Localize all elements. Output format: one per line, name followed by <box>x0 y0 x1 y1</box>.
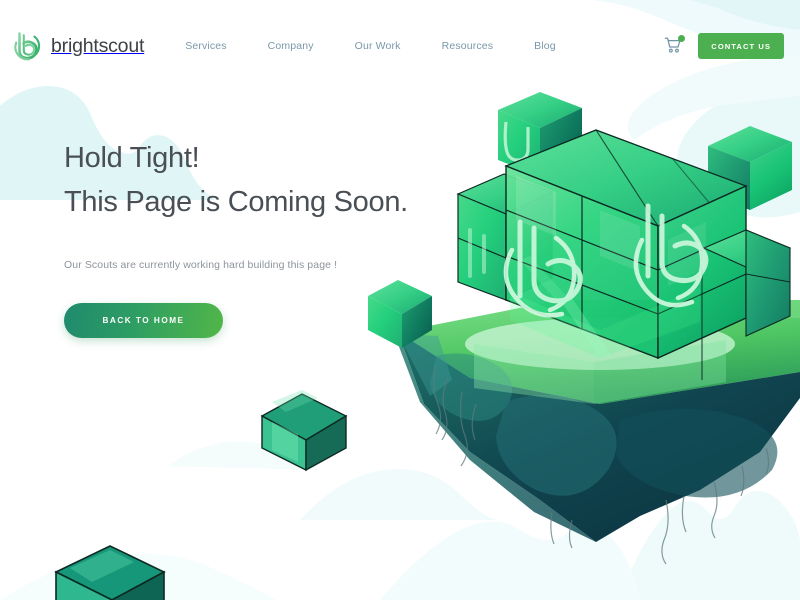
floating-cube-lower-left <box>260 390 348 472</box>
cube-face-logo-right <box>633 203 709 308</box>
island-rock-edge-light <box>398 334 452 396</box>
cloud-hill-small <box>168 441 318 470</box>
cart-badge <box>678 35 686 42</box>
nav-item-blog[interactable]: Blog <box>534 40 556 52</box>
floating-cube-bottom-left <box>54 545 166 600</box>
cart-button[interactable] <box>664 35 686 56</box>
main-navigation: Services Company Our Work Resources Blog <box>185 40 556 52</box>
header-actions: CONTACT US <box>664 33 784 59</box>
nav-item-resources[interactable]: Resources <box>442 40 494 52</box>
hero-title-line-2: This Page is Coming Soon. <box>64 186 408 219</box>
back-to-home-button[interactable]: BACK TO HOME <box>64 303 223 339</box>
nav-item-company[interactable]: Company <box>268 40 314 52</box>
brand-name: brightscout <box>51 34 145 57</box>
nav-item-our-work[interactable]: Our Work <box>355 40 401 52</box>
floating-cube-upper-left <box>498 92 582 176</box>
nav-item-services[interactable]: Services <box>185 40 226 52</box>
page-root: brightscout Services Company Our Work Re… <box>0 0 800 600</box>
floating-island <box>398 300 800 565</box>
cube-face-logo-left <box>503 219 583 318</box>
cloud-mountain-center <box>380 521 640 600</box>
island-grass-highlight <box>560 300 800 322</box>
cloud-hill-midleft <box>300 469 500 520</box>
cloud-right-halo <box>677 80 800 218</box>
cloud-mountain-right <box>620 490 800 600</box>
logo-cube-structure <box>456 129 792 380</box>
hero-subtitle: Our Scouts are currently working hard bu… <box>64 259 338 272</box>
island-rock-facet-a <box>430 353 513 421</box>
cube-ground-glow <box>465 318 735 370</box>
island-rock-facet-b <box>496 394 617 496</box>
contact-us-button[interactable]: CONTACT US <box>698 33 784 59</box>
island-rock-left-facet <box>398 332 596 542</box>
island-roots <box>433 365 770 565</box>
site-header: brightscout Services Company Our Work Re… <box>0 0 800 92</box>
cube-reflection <box>474 340 726 404</box>
brand-logo-link[interactable]: brightscout <box>14 30 144 62</box>
cloud-mountain-left <box>0 553 276 600</box>
hero-section: Hold Tight! This Page is Coming Soon. Ou… <box>64 136 464 339</box>
floating-cube-upper-right <box>708 126 792 210</box>
island-rock-body <box>398 332 800 542</box>
cube-face-logo-far-left <box>468 228 486 278</box>
brightscout-b-logo-icon <box>14 32 41 61</box>
hero-title-line-1: Hold Tight! <box>64 142 200 174</box>
island-rock-facet-c <box>616 409 778 498</box>
